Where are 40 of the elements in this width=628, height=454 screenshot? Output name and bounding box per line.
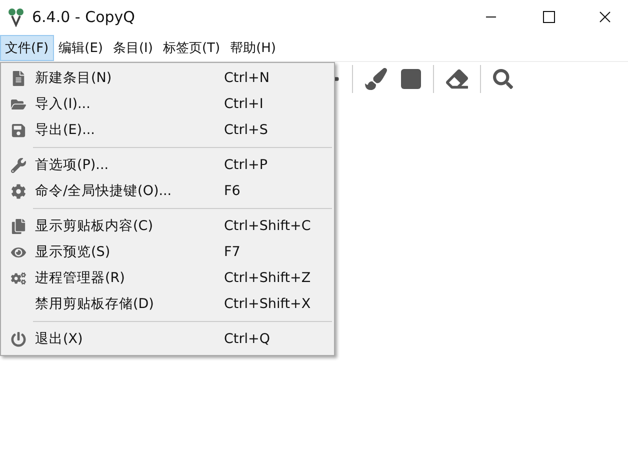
menu-item[interactable]: 显示预览(S) [35, 243, 224, 261]
shortcut-label: Ctrl+S [224, 122, 268, 138]
menu-item[interactable]: 退出(X) [35, 330, 224, 348]
shortcut-label: Ctrl+Shift+X [224, 296, 311, 312]
shortcut-label: Ctrl+N [224, 70, 270, 86]
menu-bar-item[interactable]: 编辑(E) [54, 35, 108, 61]
app-logo-icon [8, 7, 24, 27]
folder-icon [10, 96, 26, 112]
wrench-icon [10, 158, 26, 172]
shortcut-label: Ctrl+P [224, 157, 268, 173]
eye-icon [10, 244, 26, 260]
menu-item[interactable]: 进程管理器(R) [35, 269, 224, 287]
search-icon[interactable] [491, 67, 515, 91]
close-icon [599, 11, 611, 23]
menu-item[interactable]: 命令/全局快捷键(O)... [35, 182, 224, 200]
shortcut-label: Ctrl+I [224, 96, 264, 112]
document-icon [10, 70, 26, 86]
menu-bar-item[interactable]: 条目(I) [108, 35, 158, 61]
menu-item[interactable]: 新建条目(N) [35, 69, 224, 87]
menu-item[interactable]: 首选项(P)... [35, 156, 224, 174]
shortcut-label: Ctrl+Shift+Z [224, 270, 311, 286]
shortcut-label: Ctrl+Shift+C [224, 218, 311, 234]
shortcut-label: F7 [224, 244, 240, 260]
shortcut-label: F6 [224, 183, 240, 199]
menu-item[interactable]: 禁用剪贴板存储(D) [35, 295, 224, 313]
menu-bar-item[interactable]: 帮助(H) [225, 35, 281, 61]
menu-bar-item[interactable]: 文件(F) [0, 35, 54, 61]
menu-bar-item[interactable]: 标签页(T) [158, 35, 226, 61]
gears-icon [10, 270, 26, 286]
power-icon [10, 332, 26, 346]
square-icon[interactable] [399, 67, 423, 91]
brush-icon[interactable] [363, 66, 389, 92]
gear-icon [10, 184, 26, 198]
menu-item[interactable]: 显示剪贴板内容(C) [35, 217, 224, 235]
maximize-icon [543, 11, 555, 23]
copy-icon [10, 218, 26, 234]
shortcut-label: Ctrl+Q [224, 331, 270, 347]
menu-item[interactable]: 导出(E)... [35, 121, 224, 139]
window-title: 6.4.0 - CopyQ [32, 8, 136, 26]
menu-item[interactable]: 导入(I)... [35, 95, 224, 113]
